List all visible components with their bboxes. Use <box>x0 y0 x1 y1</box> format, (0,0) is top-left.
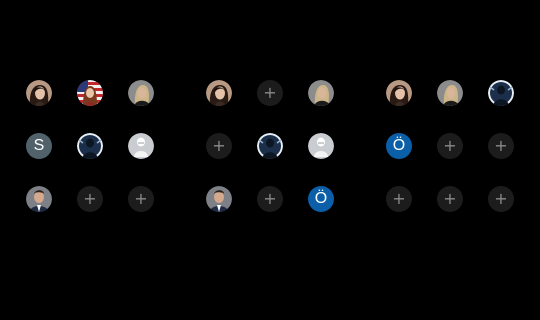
avatar-initial-label: Ö <box>314 190 328 207</box>
woman-dark-hair-avatar-icon[interactable] <box>206 80 232 106</box>
avatar-initial-label: Ö <box>392 137 406 154</box>
white-figure-avatar-icon[interactable] <box>308 133 334 159</box>
plus-icon: + <box>83 188 97 208</box>
plus-icon: + <box>443 188 457 208</box>
white-figure-avatar-icon[interactable] <box>128 133 154 159</box>
silhouette-blue-avatar-icon[interactable] <box>488 80 514 106</box>
initial-s-avatar[interactable]: S <box>26 133 52 159</box>
add-avatar-button[interactable]: + <box>488 133 514 159</box>
man-suit-avatar-icon[interactable] <box>206 186 232 212</box>
avatar-initial-label: S <box>33 137 45 154</box>
avatar-grid-1: S + + <box>26 80 166 212</box>
add-avatar-button[interactable]: + <box>206 133 232 159</box>
add-avatar-button[interactable]: + <box>386 186 412 212</box>
plus-icon: + <box>263 82 277 102</box>
plus-icon: + <box>494 135 508 155</box>
add-avatar-button[interactable]: + <box>77 186 103 212</box>
add-avatar-button[interactable]: + <box>437 133 463 159</box>
avatar-grid-stage: S + + + + + Ö Ö + + + + + <box>0 0 540 320</box>
add-avatar-button[interactable]: + <box>257 186 283 212</box>
woman-dark-hair-avatar-icon[interactable] <box>26 80 52 106</box>
woman-dark-hair-avatar-icon[interactable] <box>386 80 412 106</box>
plus-icon: + <box>134 188 148 208</box>
silhouette-blue-avatar-icon[interactable] <box>257 133 283 159</box>
initial-o-avatar[interactable]: Ö <box>386 133 412 159</box>
plus-icon: + <box>494 188 508 208</box>
blonde-woman-avatar-icon[interactable] <box>128 80 154 106</box>
plus-icon: + <box>392 188 406 208</box>
add-avatar-button[interactable]: + <box>488 186 514 212</box>
add-avatar-button[interactable]: + <box>437 186 463 212</box>
man-suit-avatar-icon[interactable] <box>26 186 52 212</box>
add-avatar-button[interactable]: + <box>257 80 283 106</box>
avatar-grid-3: Ö + + + + + <box>386 80 526 212</box>
blonde-woman-avatar-icon[interactable] <box>437 80 463 106</box>
plus-icon: + <box>263 188 277 208</box>
initial-o-avatar[interactable]: Ö <box>308 186 334 212</box>
plus-icon: + <box>443 135 457 155</box>
avatar-grid-2: + + + Ö <box>206 80 346 212</box>
plus-icon: + <box>212 135 226 155</box>
flag-portrait-avatar-icon[interactable] <box>77 80 103 106</box>
blonde-woman-avatar-icon[interactable] <box>308 80 334 106</box>
add-avatar-button[interactable]: + <box>128 186 154 212</box>
silhouette-blue-avatar-icon[interactable] <box>77 133 103 159</box>
